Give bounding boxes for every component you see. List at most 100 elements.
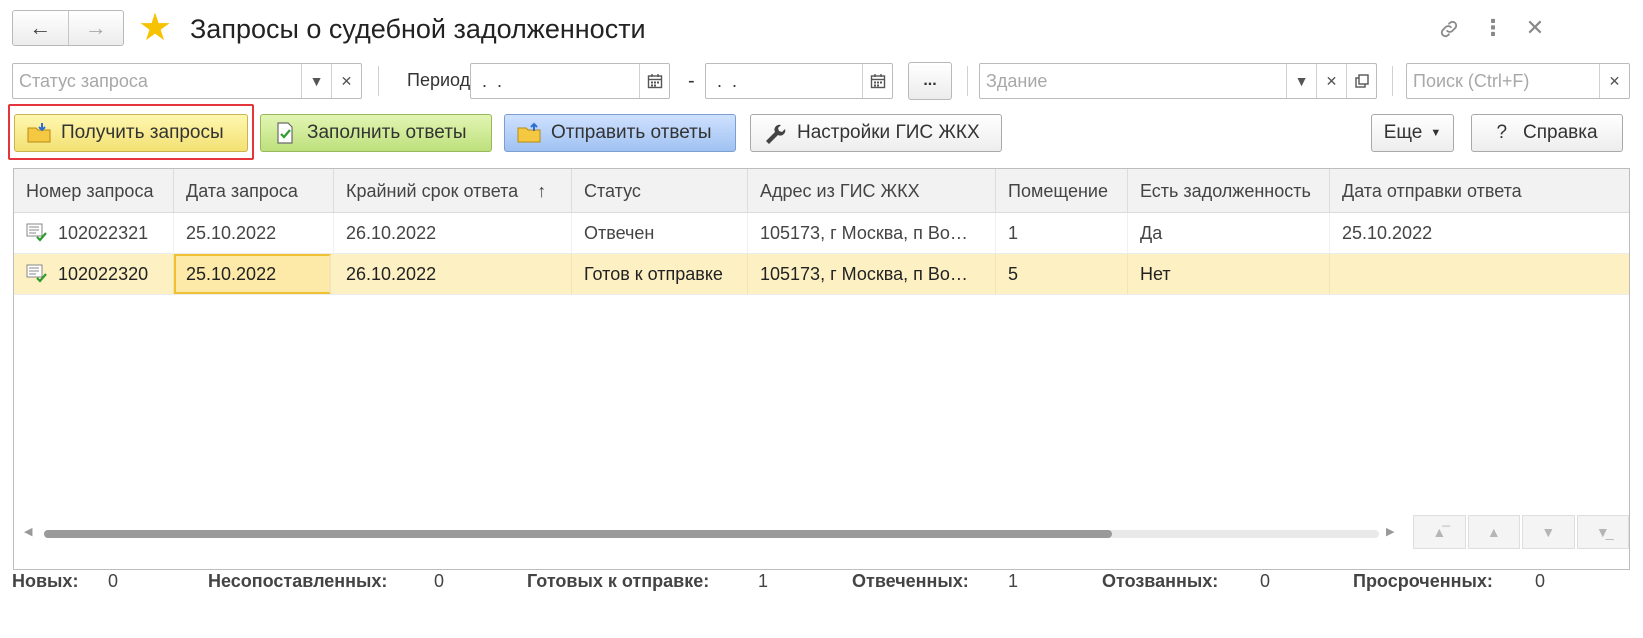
stat-unmatched-value: 0	[434, 571, 445, 591]
status-filter[interactable]: ▼ ✕	[12, 63, 362, 99]
folder-upload-icon	[517, 122, 541, 143]
column-header-date[interactable]: Дата запроса	[174, 169, 334, 213]
get-requests-button[interactable]: Получить запросы	[14, 114, 248, 152]
search-field[interactable]: ✕	[1406, 63, 1630, 99]
cell-debt: Нет	[1128, 254, 1330, 294]
column-header-address[interactable]: Адрес из ГИС ЖКХ	[748, 169, 996, 213]
horizontal-scrollbar[interactable]: ◀ ▶	[14, 521, 1409, 547]
open-icon[interactable]	[1346, 64, 1376, 98]
first-row-icon[interactable]: ▲̅	[1413, 515, 1466, 549]
stat-unmatched-label: Несопоставленных:	[208, 571, 388, 591]
wrench-icon	[766, 124, 786, 144]
stat-answered-value: 1	[1008, 571, 1019, 591]
cell-number-text: 102022321	[58, 223, 149, 243]
column-header-debt[interactable]: Есть задолженность	[1128, 169, 1330, 213]
search-input[interactable]	[1407, 64, 1629, 98]
cell-status: Отвечен	[572, 213, 748, 253]
column-header-room[interactable]: Помещение	[996, 169, 1128, 213]
send-answers-button[interactable]: Отправить ответы	[504, 114, 736, 152]
cell-address: 105173, г Москва, п Во…	[748, 254, 996, 294]
navigation-buttons: ← →	[12, 10, 124, 46]
get-requests-label: Получить запросы	[61, 122, 224, 143]
scroll-right-icon[interactable]: ▶	[1386, 525, 1394, 538]
cell-number: 102022320	[14, 254, 174, 294]
document-check-icon	[26, 264, 47, 283]
sort-arrow-icon: ↑	[537, 181, 547, 201]
document-check-icon	[26, 223, 47, 242]
help-button[interactable]: ? Справка	[1471, 114, 1623, 152]
cell-debt: Да	[1128, 213, 1330, 253]
column-header-deadline-label: Крайний срок ответа	[346, 181, 519, 201]
prev-row-icon[interactable]: ▲	[1467, 515, 1520, 549]
stat-new-value: 0	[108, 571, 119, 591]
cell-address: 105173, г Москва, п Во…	[748, 213, 996, 253]
stat-answered-label: Отвеченных:	[852, 571, 969, 591]
last-row-icon[interactable]: ▼̲	[1576, 515, 1629, 549]
more-button[interactable]: Еще ▼	[1371, 114, 1454, 152]
table-row[interactable]: 102022321 25.10.2022 26.10.2022 Отвечен …	[14, 213, 1629, 254]
column-header-status[interactable]: Статус	[572, 169, 748, 213]
table-row[interactable]: 102022320 25.10.2022 26.10.2022 Готов к …	[14, 254, 1629, 295]
send-answers-label: Отправить ответы	[551, 122, 712, 143]
cell-room: 5	[996, 254, 1128, 294]
cell-date-focused[interactable]: 25.10.2022	[174, 254, 331, 294]
back-arrow-icon[interactable]: ←	[13, 11, 68, 45]
clear-icon[interactable]: ✕	[331, 64, 361, 98]
next-row-icon[interactable]: ▼	[1522, 515, 1575, 549]
clear-icon[interactable]: ✕	[1316, 64, 1346, 98]
divider	[378, 66, 379, 96]
row-navigation: ▲̅ ▲ ▼ ▼̲	[1411, 515, 1629, 549]
period-to-field[interactable]	[705, 63, 893, 99]
period-dash: -	[688, 70, 695, 92]
fill-answers-button[interactable]: Заполнить ответы	[260, 114, 492, 152]
cell-sent-date	[1330, 254, 1629, 294]
stat-recalled-label: Отозванных:	[1102, 571, 1219, 591]
dropdown-arrow-icon[interactable]: ▼	[301, 64, 331, 98]
fill-answers-label: Заполнить ответы	[307, 122, 467, 143]
dropdown-arrow-icon[interactable]: ▼	[1286, 64, 1316, 98]
stat-new-label: Новых:	[12, 571, 79, 591]
divider	[967, 66, 968, 96]
period-from-field[interactable]	[470, 63, 670, 99]
stat-ready-value: 1	[758, 571, 769, 591]
clear-icon[interactable]: ✕	[1599, 64, 1629, 98]
calendar-icon[interactable]	[862, 64, 892, 98]
link-icon[interactable]	[1434, 12, 1464, 44]
stat-overdue-label: Просроченных:	[1353, 571, 1493, 591]
cell-date: 25.10.2022	[174, 213, 334, 253]
cell-status: Готов к отправке	[572, 254, 748, 294]
period-select-button[interactable]: ...	[908, 62, 952, 100]
period-label: Период:	[407, 70, 476, 90]
document-check-icon	[277, 122, 293, 144]
stat-ready-label: Готовых к отправке:	[527, 571, 710, 591]
close-icon[interactable]: ✕	[1520, 12, 1550, 44]
chevron-down-icon: ▼	[1430, 127, 1442, 139]
table-header: Номер запроса Дата запроса Крайний срок …	[14, 169, 1629, 213]
scroll-thumb[interactable]	[44, 530, 1112, 538]
building-filter[interactable]: ▼ ✕	[979, 63, 1377, 99]
cell-number-text: 102022320	[58, 264, 149, 284]
cell-sent-date: 25.10.2022	[1330, 213, 1629, 253]
scroll-left-icon[interactable]: ◀	[24, 525, 32, 538]
gis-settings-button[interactable]: Настройки ГИС ЖКХ	[750, 114, 1002, 152]
stat-overdue-value: 0	[1535, 571, 1546, 591]
forward-arrow-icon[interactable]: →	[67, 11, 124, 45]
column-header-number[interactable]: Номер запроса	[14, 169, 174, 213]
menu-kebab-icon[interactable]: ⋮	[1478, 12, 1508, 44]
gis-settings-label: Настройки ГИС ЖКХ	[797, 122, 980, 143]
calendar-icon[interactable]	[639, 64, 669, 98]
column-header-deadline[interactable]: Крайний срок ответа ↑	[334, 169, 572, 213]
page-title: Запросы о судебной задолженности	[190, 14, 646, 44]
folder-download-icon	[27, 123, 51, 143]
cell-number: 102022321	[14, 213, 174, 253]
cell-deadline: 26.10.2022	[334, 254, 572, 294]
more-label: Еще	[1383, 122, 1423, 143]
help-icon: ?	[1496, 122, 1508, 143]
stat-recalled-value: 0	[1260, 571, 1271, 591]
requests-table[interactable]: Номер запроса Дата запроса Крайний срок …	[13, 168, 1630, 570]
favorite-star-icon[interactable]: ★	[138, 8, 172, 48]
column-header-sent-date[interactable]: Дата отправки ответа	[1330, 169, 1629, 213]
help-label: Справка	[1523, 122, 1598, 143]
divider	[1392, 66, 1393, 96]
cell-deadline: 26.10.2022	[334, 213, 572, 253]
